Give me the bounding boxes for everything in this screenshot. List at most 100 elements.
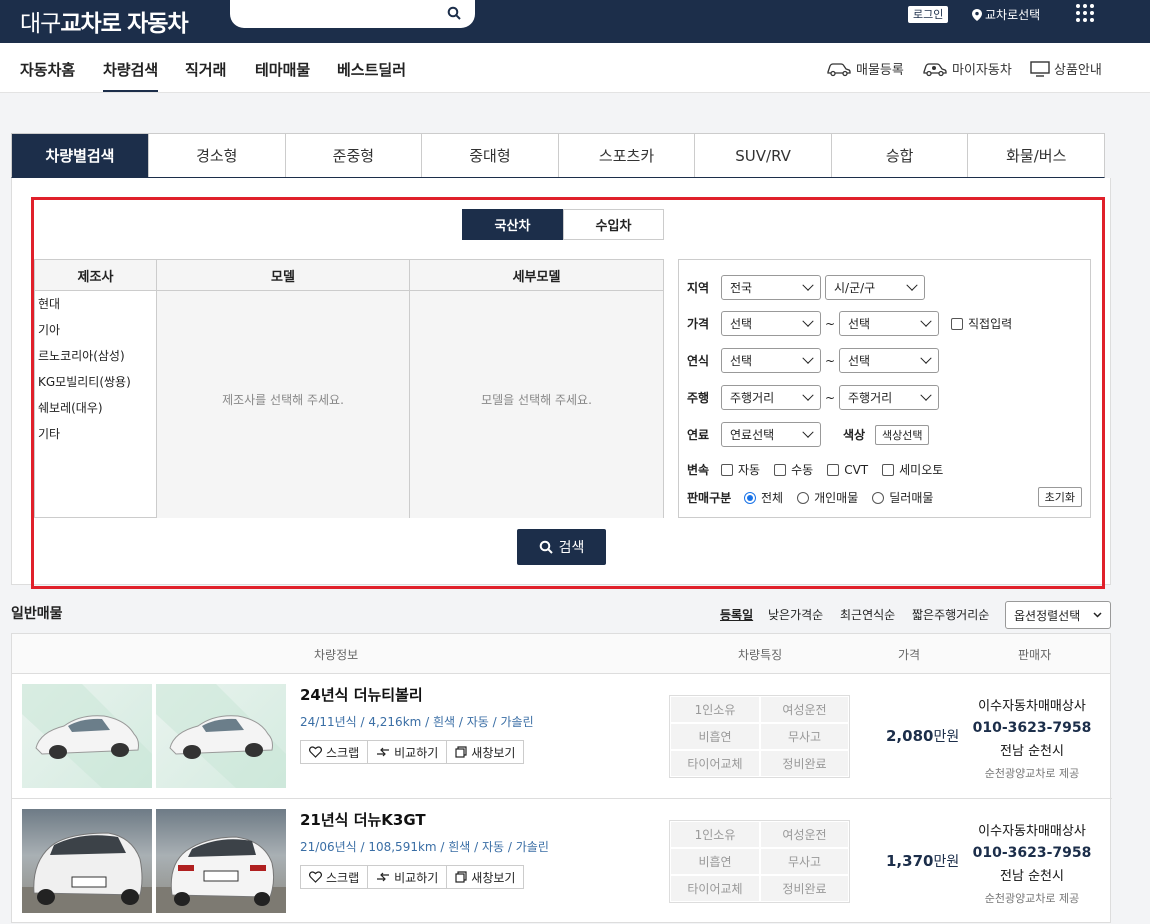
search-input[interactable] bbox=[244, 0, 444, 26]
compare-button[interactable]: 비교하기 bbox=[368, 866, 448, 888]
trans-semi-auto-checkbox[interactable]: 세미오토 bbox=[882, 461, 943, 478]
feature-badge: 타이어교체 bbox=[670, 875, 760, 902]
tab-domestic[interactable]: 국산차 bbox=[462, 209, 563, 240]
car-photo[interactable] bbox=[156, 684, 286, 788]
feature-badge: 비흡연 bbox=[670, 723, 760, 750]
nav-item-direct-deal[interactable]: 직거래 bbox=[185, 59, 226, 80]
model-column: 모델 제조사를 선택해 주세요. bbox=[157, 260, 410, 518]
tab-suv-rv[interactable]: SUV/RV bbox=[695, 134, 832, 177]
nav-item-car-search[interactable]: 차량검색 bbox=[103, 59, 159, 92]
mileage-from-select[interactable]: 주행거리 bbox=[721, 385, 821, 410]
car-photo[interactable] bbox=[22, 809, 152, 913]
seller-name: 이수자동차매매상사 bbox=[978, 824, 1086, 839]
direct-input-checkbox[interactable]: 직접입력 bbox=[951, 315, 1012, 332]
trans-auto-checkbox[interactable]: 자동 bbox=[721, 461, 760, 478]
col-vehicle-info: 차량정보 bbox=[314, 648, 359, 662]
price-to-select[interactable]: 선택 bbox=[839, 311, 939, 336]
sale-dealer-radio[interactable]: 딜러매물 bbox=[872, 489, 933, 506]
region-select[interactable]: 교차로선택 bbox=[972, 6, 1040, 23]
list-item[interactable]: 기아 bbox=[35, 317, 156, 343]
car-image-icon bbox=[156, 836, 286, 913]
new-window-button[interactable]: 새창보기 bbox=[447, 741, 523, 763]
sort-registered[interactable]: 등록일 bbox=[720, 606, 753, 623]
listing-title: 일반매물 bbox=[11, 606, 63, 622]
seller-phone[interactable]: 010-3623-7958 bbox=[952, 845, 1112, 861]
price-from-select[interactable]: 선택 bbox=[721, 311, 821, 336]
car-photo[interactable] bbox=[22, 684, 152, 788]
sale-all-radio[interactable]: 전체 bbox=[744, 489, 783, 506]
nav-item-theme[interactable]: 테마매물 bbox=[255, 59, 310, 80]
seller-source: 순천광양교차로 제공 bbox=[984, 892, 1080, 905]
model-placeholder: 제조사를 선택해 주세요. bbox=[222, 393, 344, 407]
mileage-filter-label: 주행 bbox=[687, 391, 710, 405]
list-item[interactable]: 현대 bbox=[35, 291, 156, 317]
detail-model-header: 세부모델 bbox=[410, 260, 663, 291]
list-item[interactable]: 기타 bbox=[35, 421, 156, 447]
year-to-select[interactable]: 선택 bbox=[839, 348, 939, 373]
car-image-icon bbox=[156, 684, 286, 788]
chevron-down-icon bbox=[906, 279, 918, 291]
site-logo[interactable]: 대구교차로 자동차 bbox=[20, 4, 189, 38]
tab-sports-car[interactable]: 스포츠카 bbox=[558, 134, 696, 177]
search-button[interactable]: 검색 bbox=[517, 529, 606, 565]
all-menu-icon[interactable] bbox=[1076, 4, 1094, 22]
my-car-link[interactable]: 마이자동차 bbox=[922, 59, 1012, 78]
range-tilde: ~ bbox=[824, 316, 836, 331]
seller-source: 순천광양교차로 제공 bbox=[984, 767, 1080, 780]
compare-button[interactable]: 비교하기 bbox=[368, 741, 448, 763]
option-sort-select[interactable]: 옵션정렬선택 bbox=[1005, 601, 1111, 629]
price-filter-label: 가격 bbox=[687, 317, 710, 331]
list-item[interactable]: 쉐보레(대우) bbox=[35, 395, 156, 421]
list-item[interactable]: KG모빌리티(쌍용) bbox=[35, 369, 156, 395]
mileage-to-select[interactable]: 주행거리 bbox=[839, 385, 939, 410]
trans-cvt-checkbox[interactable]: CVT bbox=[827, 463, 868, 477]
sort-recent-year[interactable]: 최근연식순 bbox=[840, 606, 895, 623]
year-from-select[interactable]: 선택 bbox=[721, 348, 821, 373]
site-search bbox=[230, 0, 475, 28]
chevron-down-icon bbox=[802, 352, 814, 364]
tab-midsize[interactable]: 중대형 bbox=[422, 134, 559, 177]
sort-low-price[interactable]: 낮은가격순 bbox=[768, 606, 823, 623]
tab-van[interactable]: 승합 bbox=[831, 134, 969, 177]
register-listing-link[interactable]: 매물등록 bbox=[826, 59, 904, 78]
table-row[interactable]: 21년식 더뉴K3GT 21/06년식 / 108,591km / 흰색 / 자… bbox=[12, 799, 1112, 924]
seller-phone[interactable]: 010-3623-7958 bbox=[952, 720, 1112, 736]
new-window-button[interactable]: 새창보기 bbox=[447, 866, 523, 888]
tab-imported[interactable]: 수입차 bbox=[563, 209, 664, 240]
feature-badge: 비흡연 bbox=[670, 848, 760, 875]
reset-button[interactable]: 초기화 bbox=[1037, 487, 1082, 507]
trans-manual-checkbox[interactable]: 수동 bbox=[774, 461, 813, 478]
register-listing-label: 매물등록 bbox=[856, 63, 904, 78]
search-icon[interactable] bbox=[447, 6, 461, 20]
tab-semi-midsize[interactable]: 준중형 bbox=[285, 134, 423, 177]
main-nav: 자동차홈 차량검색 직거래 테마매물 베스트딜러 매물등록 마이자동차 상품안내 bbox=[0, 43, 1150, 93]
nav-item-home[interactable]: 자동차홈 bbox=[20, 59, 75, 80]
chevron-down-icon bbox=[920, 389, 932, 401]
sort-short-mileage[interactable]: 짧은주행거리순 bbox=[912, 606, 989, 623]
login-button[interactable]: 로그인 bbox=[908, 6, 949, 23]
table-row[interactable]: 24년식 더뉴티볼리 24/11년식 / 4,216km / 흰색 / 자동 /… bbox=[12, 674, 1112, 799]
tab-compact[interactable]: 경소형 bbox=[149, 134, 286, 177]
region-select[interactable]: 전국 bbox=[721, 275, 821, 300]
car-photo[interactable] bbox=[156, 809, 286, 913]
nav-item-best-dealer[interactable]: 베스트딜러 bbox=[337, 59, 406, 80]
my-car-icon bbox=[923, 62, 947, 76]
seller-info: 이수자동차매매상사 010-3623-7958 전남 순천시 순천광양교차로 제… bbox=[952, 695, 1112, 781]
tab-vehicle-search[interactable]: 차량별검색 bbox=[12, 134, 149, 177]
list-item[interactable]: 르노코리아(삼성) bbox=[35, 343, 156, 369]
district-select[interactable]: 시/군/구 bbox=[825, 275, 925, 300]
color-select-button[interactable]: 색상선택 bbox=[875, 424, 930, 445]
color-filter-label: 색상 bbox=[843, 428, 866, 442]
car-title[interactable]: 24년식 더뉴티볼리 bbox=[300, 684, 423, 705]
tab-truck-bus[interactable]: 화물/버스 bbox=[968, 134, 1105, 177]
scrap-button[interactable]: 스크랩 bbox=[301, 866, 369, 888]
product-info-link[interactable]: 상품안내 bbox=[1030, 59, 1102, 78]
fuel-select[interactable]: 연료선택 bbox=[721, 422, 821, 447]
heart-icon bbox=[309, 871, 322, 883]
scrap-button[interactable]: 스크랩 bbox=[301, 741, 369, 763]
chevron-down-icon bbox=[920, 352, 932, 364]
car-title[interactable]: 21년식 더뉴K3GT bbox=[300, 809, 426, 830]
car-actions: 스크랩 비교하기 새창보기 bbox=[300, 740, 525, 764]
chevron-down-icon bbox=[802, 279, 814, 291]
sale-private-radio[interactable]: 개인매물 bbox=[797, 489, 858, 506]
